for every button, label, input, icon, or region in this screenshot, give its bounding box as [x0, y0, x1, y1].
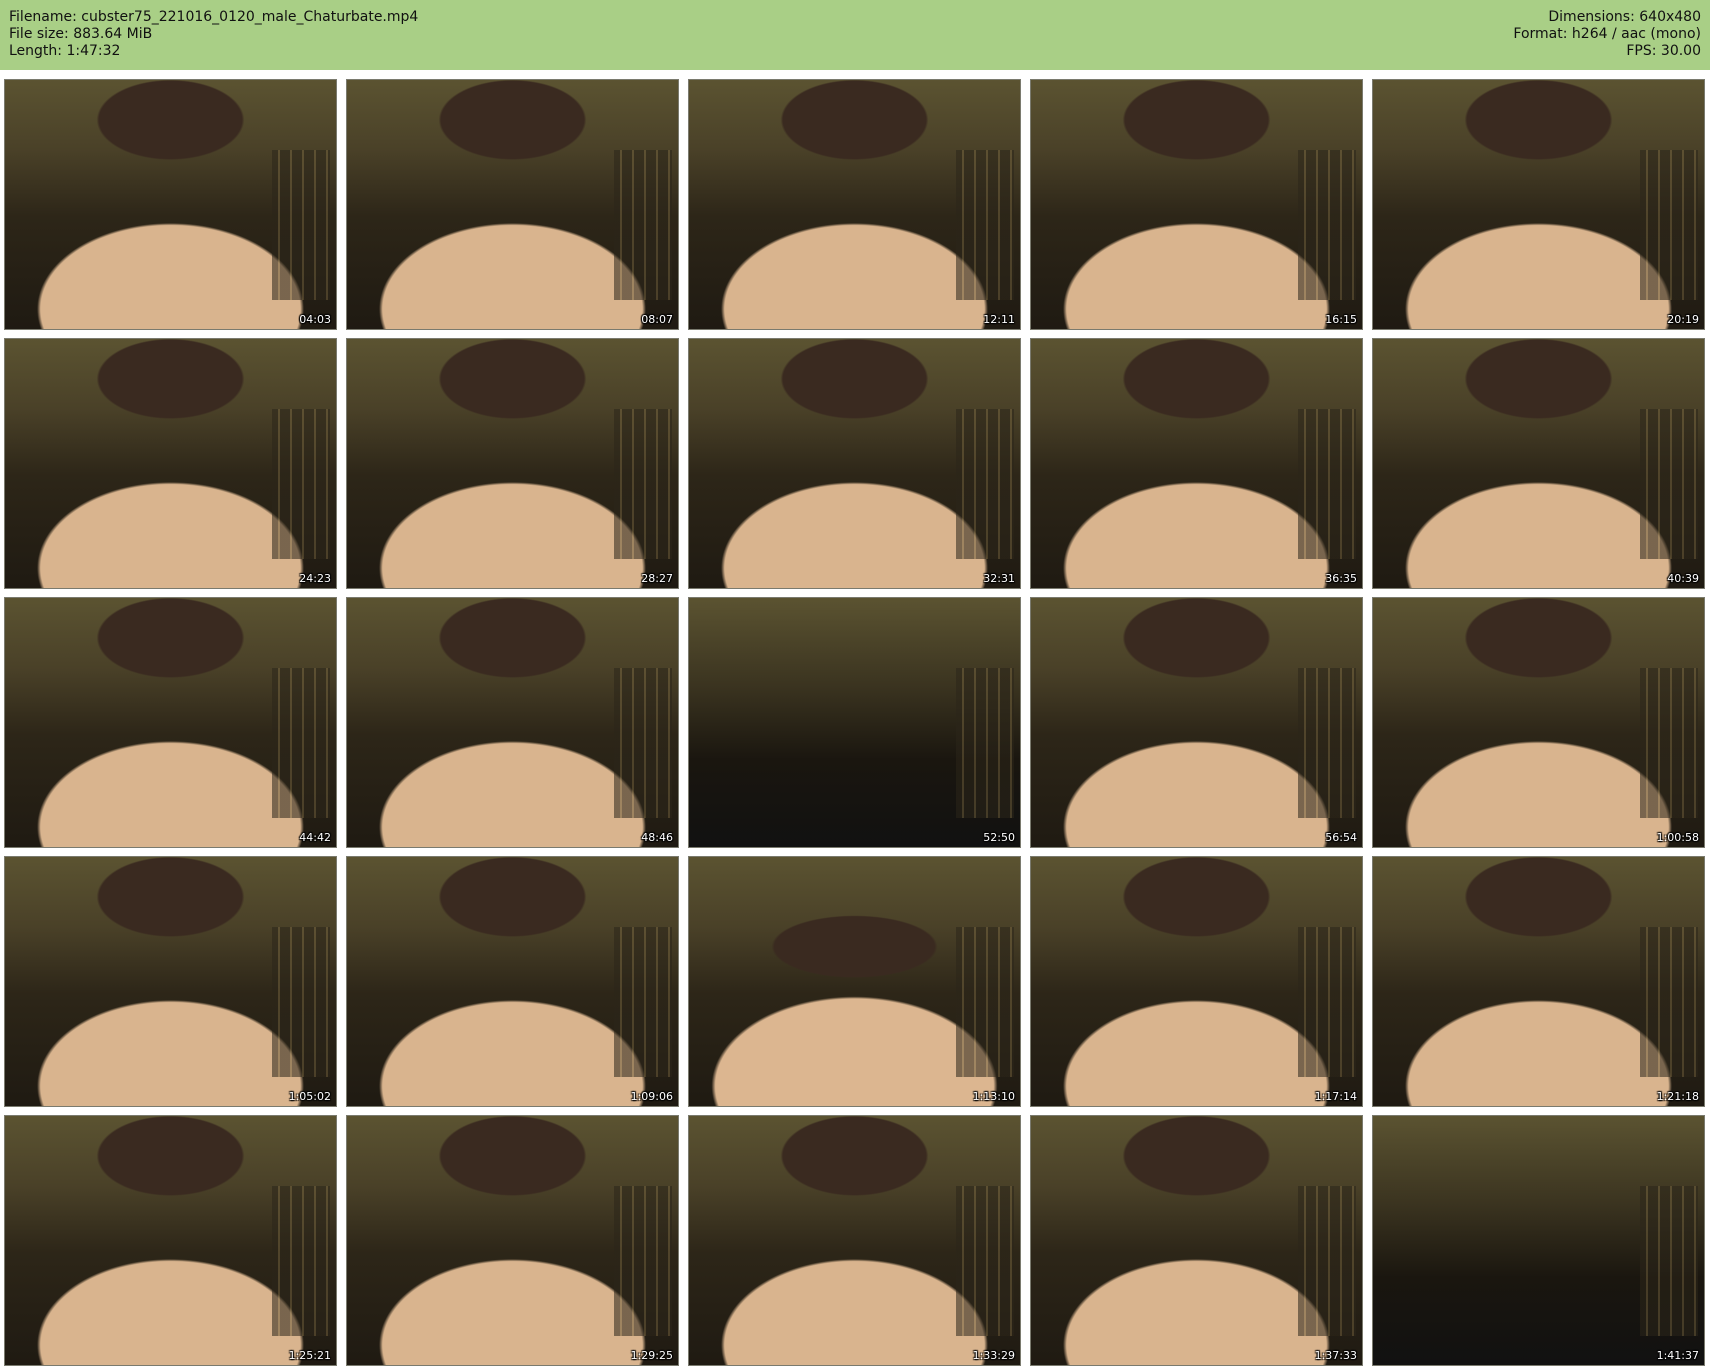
thumbnail-timestamp: 32:31 — [983, 572, 1015, 585]
file-size-text: File size: 883.64 MiB — [9, 26, 153, 42]
thumbnail-timestamp: 1:09:06 — [630, 1090, 673, 1103]
thumbnail-timestamp: 36:35 — [1325, 572, 1357, 585]
fps-text: FPS: 30.00 — [1626, 43, 1701, 59]
format-text: Format: h264 / aac (mono) — [1513, 26, 1701, 42]
thumbnail-timestamp: 1:29:25 — [630, 1349, 673, 1362]
video-thumbnail[interactable]: 48:46 — [346, 597, 679, 848]
file-info: Filename: cubster75_221016_0120_male_Cha… — [9, 9, 418, 60]
thumbnail-timestamp: 48:46 — [641, 831, 673, 844]
thumbnail-timestamp: 12:11 — [983, 313, 1015, 326]
bookshelf-backdrop — [956, 668, 1014, 818]
thumbnail-timestamp: 52:50 — [983, 831, 1015, 844]
filename-text: Filename: cubster75_221016_0120_male_Cha… — [9, 9, 419, 25]
bookshelf-backdrop — [1640, 668, 1698, 818]
video-thumbnail[interactable]: 32:31 — [688, 338, 1021, 589]
bookshelf-backdrop — [614, 409, 672, 559]
bookshelf-backdrop — [1298, 150, 1356, 300]
thumbnail-timestamp: 1:25:21 — [288, 1349, 331, 1362]
bookshelf-backdrop — [1640, 927, 1698, 1077]
thumbnail-timestamp: 1:17:14 — [1314, 1090, 1357, 1103]
thumbnail-timestamp: 28:27 — [641, 572, 673, 585]
bookshelf-backdrop — [614, 150, 672, 300]
thumbnail-timestamp: 24:23 — [299, 572, 331, 585]
length-text: Length: 1:47:32 — [9, 43, 121, 59]
bookshelf-backdrop — [1298, 668, 1356, 818]
thumbnail-timestamp: 04:03 — [299, 313, 331, 326]
thumbnail-timestamp: 1:13:10 — [972, 1090, 1015, 1103]
thumbnail-timestamp: 08:07 — [641, 313, 673, 326]
video-thumbnail[interactable]: 1:29:25 — [346, 1115, 679, 1366]
bookshelf-backdrop — [614, 668, 672, 818]
bookshelf-backdrop — [956, 409, 1014, 559]
video-thumbnail[interactable]: 1:05:02 — [4, 856, 337, 1107]
video-thumbnail[interactable]: 1:21:18 — [1372, 856, 1705, 1107]
thumbnail-timestamp: 44:42 — [299, 831, 331, 844]
thumbnail-timestamp: 1:37:33 — [1314, 1349, 1357, 1362]
thumbnail-timestamp: 40:39 — [1667, 572, 1699, 585]
bookshelf-backdrop — [614, 1186, 672, 1336]
thumbnail-timestamp: 16:15 — [1325, 313, 1357, 326]
video-thumbnail[interactable]: 40:39 — [1372, 338, 1705, 589]
contact-sheet-header: Filename: cubster75_221016_0120_male_Cha… — [0, 0, 1710, 70]
thumbnail-timestamp: 1:33:29 — [972, 1349, 1015, 1362]
bookshelf-backdrop — [272, 668, 330, 818]
thumbnail-timestamp: 56:54 — [1325, 831, 1357, 844]
bookshelf-backdrop — [272, 150, 330, 300]
bookshelf-backdrop — [1298, 1186, 1356, 1336]
thumbnail-grid: 04:03 08:07 12:11 16:15 20:19 24:23 28:2… — [4, 79, 1706, 1367]
bookshelf-backdrop — [1640, 1186, 1698, 1336]
video-info: Dimensions: 640x480 Format: h264 / aac (… — [1513, 9, 1701, 60]
bookshelf-backdrop — [272, 1186, 330, 1336]
video-thumbnail[interactable]: 04:03 — [4, 79, 337, 330]
thumbnail-timestamp: 1:00:58 — [1656, 831, 1699, 844]
bookshelf-backdrop — [614, 927, 672, 1077]
thumbnail-timestamp: 1:41:37 — [1656, 1349, 1699, 1362]
bookshelf-backdrop — [272, 927, 330, 1077]
video-thumbnail[interactable]: 1:13:10 — [688, 856, 1021, 1107]
video-thumbnail[interactable]: 44:42 — [4, 597, 337, 848]
video-thumbnail[interactable]: 36:35 — [1030, 338, 1363, 589]
bookshelf-backdrop — [1640, 150, 1698, 300]
thumbnail-timestamp: 1:21:18 — [1656, 1090, 1699, 1103]
video-thumbnail[interactable]: 24:23 — [4, 338, 337, 589]
video-thumbnail[interactable]: 52:50 — [688, 597, 1021, 848]
video-thumbnail[interactable]: 20:19 — [1372, 79, 1705, 330]
bookshelf-backdrop — [1640, 409, 1698, 559]
video-thumbnail[interactable]: 16:15 — [1030, 79, 1363, 330]
video-thumbnail[interactable]: 1:00:58 — [1372, 597, 1705, 848]
bookshelf-backdrop — [956, 1186, 1014, 1336]
bookshelf-backdrop — [956, 150, 1014, 300]
video-thumbnail[interactable]: 08:07 — [346, 79, 679, 330]
video-thumbnail[interactable]: 56:54 — [1030, 597, 1363, 848]
bookshelf-backdrop — [1298, 927, 1356, 1077]
bookshelf-backdrop — [956, 927, 1014, 1077]
video-thumbnail[interactable]: 12:11 — [688, 79, 1021, 330]
video-thumbnail[interactable]: 28:27 — [346, 338, 679, 589]
video-thumbnail[interactable]: 1:33:29 — [688, 1115, 1021, 1366]
video-thumbnail[interactable]: 1:25:21 — [4, 1115, 337, 1366]
video-thumbnail[interactable]: 1:41:37 — [1372, 1115, 1705, 1366]
video-thumbnail[interactable]: 1:09:06 — [346, 856, 679, 1107]
thumbnail-timestamp: 1:05:02 — [288, 1090, 331, 1103]
video-thumbnail[interactable]: 1:17:14 — [1030, 856, 1363, 1107]
thumbnail-timestamp: 20:19 — [1667, 313, 1699, 326]
video-thumbnail[interactable]: 1:37:33 — [1030, 1115, 1363, 1366]
dimensions-text: Dimensions: 640x480 — [1548, 9, 1701, 25]
bookshelf-backdrop — [1298, 409, 1356, 559]
bookshelf-backdrop — [272, 409, 330, 559]
